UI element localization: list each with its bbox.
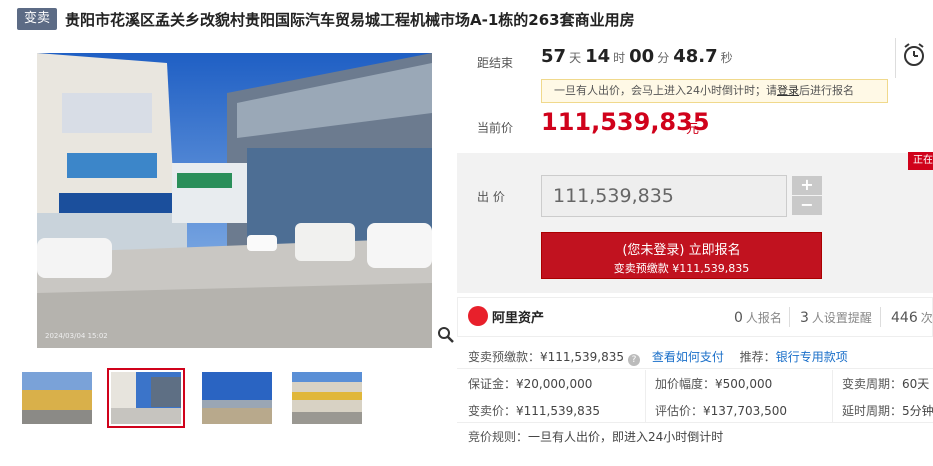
countdown-days: 57 — [541, 46, 567, 67]
info-row: 保证金：¥20,000,000 — [468, 375, 592, 392]
info-row: 变卖周期：60天 — [842, 375, 929, 392]
alibaba-asset-logo-icon — [468, 306, 488, 326]
views-label: 次 — [920, 311, 933, 325]
deposit-label: 变卖预缴款： — [468, 350, 541, 364]
info-row: 加价幅度：¥500,000 — [655, 375, 772, 392]
info-key: 加价幅度： — [655, 377, 716, 391]
info-row: 评估价：¥137,703,500 — [655, 402, 787, 419]
countdown-label: 距结束 — [477, 56, 514, 70]
divider — [457, 422, 933, 423]
zoom-icon[interactable] — [437, 326, 457, 348]
bidding-rule-label: 竞价规则： — [468, 430, 529, 444]
info-value: ¥137,703,500 — [703, 404, 787, 418]
bank-payment-link[interactable]: 银行专用款项 — [776, 350, 848, 364]
enroll-button[interactable]: (您未登录) 立即报名 变卖预缴款 ¥111,539,835 — [541, 232, 822, 279]
photo-timestamp: 2024/03/04 15:02 — [45, 332, 108, 340]
deposit-row: 变卖预缴款：¥111,539,835? 查看如何支付 推荐：银行专用款项 — [468, 348, 848, 366]
decrease-bid-button[interactable]: − — [792, 196, 822, 215]
views-stat: 446 次 — [891, 309, 933, 326]
page-title: 贵阳市花溪区孟关乡改貌村贵阳国际汽车贸易城工程机械市场A-1栋的263套商业用房 — [65, 11, 635, 29]
divider — [457, 368, 933, 369]
info-value: ¥20,000,000 — [516, 377, 593, 391]
info-row: 变卖价：¥111,539,835 — [468, 402, 600, 419]
enroll-button-label: (您未登录) 立即报名 — [622, 243, 741, 258]
info-row: 延时周期：5分钟 — [842, 402, 933, 419]
divider — [895, 38, 896, 78]
enroll-deposit-label: 变卖预缴款 ¥111,539,835 — [613, 262, 750, 275]
how-to-pay-link[interactable]: 查看如何支付 — [652, 350, 724, 364]
countdown-hours: 14 — [585, 46, 611, 67]
main-photo[interactable]: 2024/03/04 15:02 — [37, 53, 432, 348]
thumbnail-3[interactable] — [202, 372, 272, 424]
info-key: 延时周期： — [842, 404, 903, 418]
countdown-timer: 57 天 14 时 00 分 48.7 秒 — [541, 46, 737, 67]
bidding-rule-value: 一旦有人出价，即进入24小时倒计时 — [528, 430, 724, 444]
recommend-label: 推荐： — [739, 350, 776, 364]
enrolled-label: 人报名 — [745, 311, 782, 325]
status-ribbon: 正在进行 — [908, 152, 933, 170]
notice-text-end: 后进行报名 — [799, 84, 854, 97]
divider — [645, 370, 646, 422]
countdown-notice: 一旦有人出价，会马上进入24小时倒计时；请登录后进行报名 — [541, 79, 888, 103]
increase-bid-button[interactable]: + — [792, 176, 822, 195]
divider — [789, 307, 790, 327]
price-unit: 元 — [686, 122, 700, 137]
enrolled-count: 0 — [734, 310, 743, 326]
info-value: 60天 — [902, 377, 930, 391]
help-icon[interactable]: ? — [628, 354, 640, 366]
login-link[interactable]: 登录 — [777, 84, 799, 97]
deposit-value: ¥111,539,835 — [540, 350, 624, 364]
alarm-clock-icon[interactable] — [902, 42, 926, 68]
countdown-minutes: 00 — [629, 46, 655, 67]
info-key: 变卖价： — [468, 404, 517, 418]
info-key: 保证金： — [468, 377, 517, 391]
notice-text: 一旦有人出价，会马上进入24小时倒计时；请 — [554, 84, 777, 97]
bid-label: 出 价 — [477, 190, 505, 204]
bid-input[interactable]: 111,539,835 — [541, 175, 787, 217]
divider — [832, 370, 833, 422]
seconds-unit: 秒 — [720, 51, 733, 65]
reminder-stat: 3 人设置提醒 — [800, 309, 872, 326]
reminder-label: 人设置提醒 — [811, 311, 872, 325]
bidding-rule-row: 竞价规则：一旦有人出价，即进入24小时倒计时 — [468, 428, 723, 445]
info-value: ¥500,000 — [715, 377, 773, 391]
thumbnail-2[interactable] — [107, 368, 185, 428]
divider — [880, 307, 881, 327]
current-price: 111,539,835 — [541, 108, 710, 136]
current-price-label: 当前价 — [477, 121, 514, 135]
info-key: 变卖周期： — [842, 377, 903, 391]
enrolled-stat: 0 人报名 — [734, 309, 782, 326]
thumbnail-1[interactable] — [22, 372, 92, 424]
info-value: ¥111,539,835 — [516, 404, 600, 418]
days-unit: 天 — [569, 51, 582, 65]
auction-type-badge: 变卖 — [17, 8, 58, 30]
minutes-unit: 分 — [657, 51, 670, 65]
hours-unit: 时 — [613, 51, 626, 65]
info-key: 评估价： — [655, 404, 704, 418]
countdown-seconds: 48.7 — [673, 46, 718, 67]
platform-name: 阿里资产 — [492, 311, 545, 326]
thumbnail-4[interactable] — [292, 372, 362, 424]
views-count: 446 — [891, 310, 918, 326]
info-value: 5分钟 — [902, 404, 933, 418]
reminder-count: 3 — [800, 310, 809, 326]
